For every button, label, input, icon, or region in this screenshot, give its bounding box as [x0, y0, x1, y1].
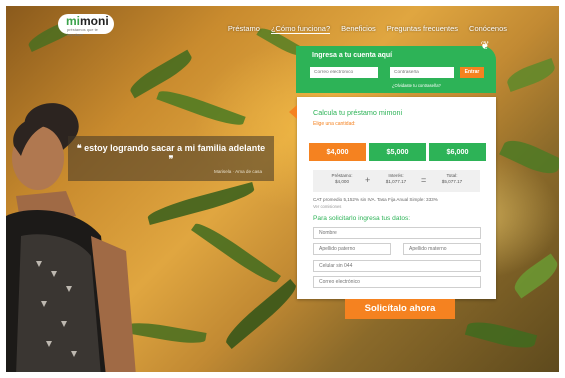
foliage-leaf — [499, 134, 559, 180]
form-title: Para solicitarlo ingresa tus datos: — [313, 215, 411, 222]
quote-text: ❝ estoy logrando sacar a mi familia adel… — [76, 143, 266, 164]
summary-plus: + — [365, 175, 371, 185]
summary-equals: = — [421, 175, 427, 185]
card-pointer — [289, 105, 297, 119]
summary-interest: Interés: $1,077.17 — [377, 173, 415, 185]
foliage-leaf — [509, 253, 559, 299]
quote-author: Marisela · Ama de casa — [214, 169, 262, 174]
summary-interest-value: $1,077.17 — [385, 179, 407, 184]
logo-tagline: préstamos que te impulsan — [67, 27, 98, 37]
login-email-input[interactable] — [310, 67, 378, 78]
testimonial-quote: ❝ estoy logrando sacar a mi familia adel… — [68, 136, 274, 181]
login-panel: Ingresa a tu cuenta aquí Entrar ¿Olvidas… — [296, 46, 496, 93]
nav-item-conocenos[interactable]: Conócenos — [469, 24, 507, 34]
foliage-leaf — [464, 317, 538, 353]
summary-total-value: $5,077.17 — [441, 179, 463, 184]
amount-option-6000[interactable]: $6,000 — [429, 143, 486, 161]
hero-background: mimoni préstamos que te impulsan Préstam… — [6, 6, 559, 372]
calculator-subtitle: Elige una cantidad: — [313, 121, 356, 127]
foliage-leaf — [504, 57, 558, 93]
summary-loan: Préstamo: $4,000 — [323, 173, 361, 185]
celular-input[interactable] — [313, 260, 481, 272]
login-submit-button[interactable]: Entrar — [460, 67, 484, 78]
foliage-leaf — [145, 182, 257, 225]
correo-input[interactable] — [313, 276, 481, 288]
login-title: Ingresa a tu cuenta aquí — [312, 52, 393, 59]
loan-summary: Préstamo: $4,000 + Interés: $1,077.17 = … — [313, 170, 480, 192]
apellido-materno-input[interactable] — [403, 243, 481, 255]
summary-total: Total: $5,077.17 — [433, 173, 471, 185]
nav-item-preguntas[interactable]: Preguntas frecuentes — [387, 24, 458, 34]
foliage-leaf — [221, 278, 301, 350]
forgot-password-link[interactable]: ¿Olvidaste tu contraseña? — [392, 83, 441, 88]
nav-item-prestamo[interactable]: Préstamo — [228, 24, 260, 34]
apellido-paterno-input[interactable] — [313, 243, 391, 255]
brand-logo[interactable]: mimoni préstamos que te impulsan — [58, 14, 114, 37]
loan-calculator-card: Calcula tu préstamo mimoni Elige una can… — [289, 97, 496, 299]
solicitar-ahora-button[interactable]: Solicítalo ahora — [345, 299, 455, 319]
summary-loan-value: $4,000 — [334, 179, 350, 184]
comisiones-link[interactable]: Ver comisiones — [313, 204, 341, 209]
nav-item-como-funciona[interactable]: ¿Cómo funciona? — [270, 24, 331, 34]
customer-photo — [6, 103, 136, 372]
nombre-input[interactable] — [313, 227, 481, 239]
login-password-input[interactable] — [390, 67, 454, 78]
calculator-title: Calcula tu préstamo mimoni — [313, 108, 403, 117]
cat-disclosure: CAT promedio 5,152% sin IVA. Tasa Fija A… — [313, 197, 438, 202]
nav-item-beneficios[interactable]: Beneficios — [341, 24, 376, 34]
amount-option-5000[interactable]: $5,000 — [369, 143, 426, 161]
foliage-leaf — [156, 86, 246, 130]
leaf-icon: ❦ — [480, 40, 490, 52]
main-nav: Préstamo ¿Cómo funciona? Beneficios Preg… — [228, 24, 507, 34]
foliage-leaf — [191, 218, 281, 288]
amount-option-4000[interactable]: $4,000 — [309, 143, 366, 161]
